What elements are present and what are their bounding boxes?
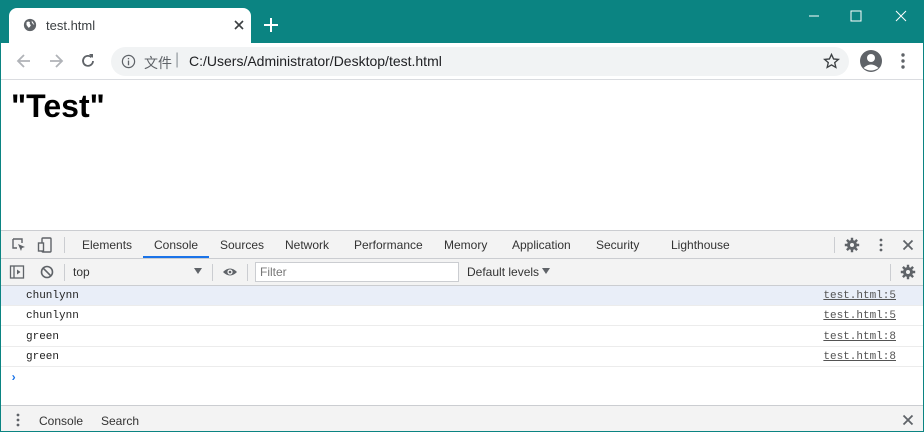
tab-application[interactable]: Application xyxy=(512,238,571,252)
toolbar-divider xyxy=(64,264,65,281)
tab-sources[interactable]: Sources xyxy=(220,238,264,252)
log-message: chunlynn xyxy=(26,290,79,302)
devtools-panel: Elements Console Sources Network Perform… xyxy=(1,230,923,431)
drawer-menu-icon[interactable] xyxy=(10,412,26,428)
browser-toolbar: 文件 | C:/Users/Administrator/Desktop/test… xyxy=(1,43,923,80)
clear-console-icon[interactable] xyxy=(39,264,55,280)
console-log-row[interactable]: green test.html:8 xyxy=(1,327,923,347)
toolbar-divider xyxy=(212,264,213,281)
toolbar-divider xyxy=(834,237,835,253)
console-log-area: chunlynn test.html:5 chunlynn test.html:… xyxy=(1,286,923,404)
close-drawer-icon[interactable] xyxy=(900,412,916,428)
browser-window: test.html 文件 | C:/Users/Administrator/De… xyxy=(0,0,924,432)
log-source-link[interactable]: test.html:5 xyxy=(823,290,896,302)
log-message: green xyxy=(26,351,60,363)
console-settings-gear-icon[interactable] xyxy=(900,264,916,280)
toolbar-divider xyxy=(890,264,891,281)
log-source-link[interactable]: test.html:8 xyxy=(823,351,896,363)
log-source-link[interactable]: test.html:8 xyxy=(823,331,896,343)
address-bar[interactable]: 文件 | C:/Users/Administrator/Desktop/test… xyxy=(111,47,849,76)
live-expression-eye-icon[interactable] xyxy=(222,264,238,280)
devtools-drawer-bar: Console Search xyxy=(1,405,923,431)
drawer-tab-search[interactable]: Search xyxy=(101,414,139,428)
context-selector[interactable]: top xyxy=(73,265,90,279)
log-levels-selector[interactable]: Default levels xyxy=(467,265,539,279)
log-source-link[interactable]: test.html:5 xyxy=(823,310,896,322)
page-heading: "Test" xyxy=(11,88,105,124)
context-dropdown-arrow-icon[interactable] xyxy=(194,267,202,275)
info-icon[interactable] xyxy=(121,54,136,69)
forward-icon[interactable] xyxy=(47,52,65,70)
tab-lighthouse[interactable]: Lighthouse xyxy=(671,238,730,252)
console-prompt[interactable]: › xyxy=(10,371,17,385)
toolbar-divider xyxy=(64,237,65,253)
console-filter-bar: top Default levels xyxy=(1,259,923,286)
tab-console[interactable]: Console xyxy=(154,238,198,252)
back-icon[interactable] xyxy=(15,52,33,70)
close-window-icon[interactable] xyxy=(891,6,911,26)
close-devtools-icon[interactable] xyxy=(900,237,916,253)
tab-close-icon[interactable] xyxy=(231,17,247,33)
log-message: green xyxy=(26,331,60,343)
title-bar: test.html xyxy=(1,0,923,43)
console-log-row[interactable]: chunlynn test.html:5 xyxy=(1,286,923,306)
url-scheme: 文件 xyxy=(144,55,172,71)
tab-elements[interactable]: Elements xyxy=(82,238,132,252)
bookmark-star-icon[interactable] xyxy=(823,53,840,70)
tab-performance[interactable]: Performance xyxy=(354,238,423,252)
console-log-row[interactable]: chunlynn test.html:5 xyxy=(1,306,923,326)
url-separator: | xyxy=(175,51,180,68)
tab-network[interactable]: Network xyxy=(285,238,329,252)
maximize-icon[interactable] xyxy=(846,6,866,26)
log-message: chunlynn xyxy=(26,310,79,322)
minimize-icon[interactable] xyxy=(804,6,824,26)
globe-icon xyxy=(23,18,37,32)
console-filter-input[interactable] xyxy=(255,262,459,282)
toolbar-divider xyxy=(247,264,248,281)
tab-memory[interactable]: Memory xyxy=(444,238,487,252)
new-tab-icon[interactable] xyxy=(262,16,280,34)
inspect-element-icon[interactable] xyxy=(11,237,27,253)
browser-tab[interactable]: test.html xyxy=(9,8,251,43)
browser-menu-icon[interactable] xyxy=(897,52,909,70)
profile-avatar-icon[interactable] xyxy=(859,49,883,73)
settings-gear-icon[interactable] xyxy=(844,237,860,253)
devtools-tab-bar: Elements Console Sources Network Perform… xyxy=(1,231,923,259)
tab-title: test.html xyxy=(46,18,96,33)
url-text[interactable]: C:/Users/Administrator/Desktop/test.html xyxy=(189,53,442,69)
console-log-row[interactable]: green test.html:8 xyxy=(1,347,923,367)
device-toolbar-icon[interactable] xyxy=(37,237,53,253)
drawer-tab-console[interactable]: Console xyxy=(39,414,83,428)
tab-security[interactable]: Security xyxy=(596,238,639,252)
active-tab-indicator xyxy=(143,256,209,258)
reload-icon[interactable] xyxy=(79,52,97,70)
show-sidebar-icon[interactable] xyxy=(9,264,25,280)
levels-dropdown-arrow-icon[interactable] xyxy=(542,268,550,275)
customize-menu-icon[interactable] xyxy=(873,237,889,253)
